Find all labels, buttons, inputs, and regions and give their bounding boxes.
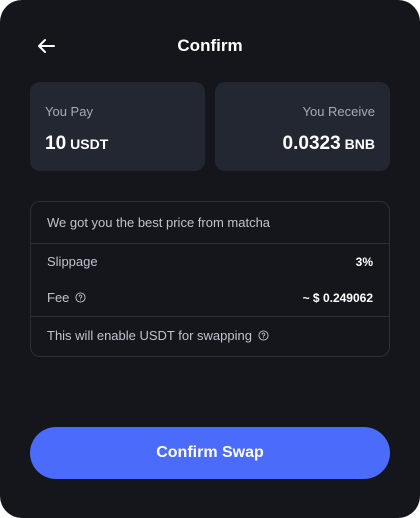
- pay-amount: 10: [45, 133, 67, 154]
- swap-details-panel: We got you the best price from matcha Sl…: [30, 201, 390, 357]
- enable-note-row: This will enable USDT for swapping: [47, 328, 269, 343]
- best-price-note: We got you the best price from matcha: [47, 215, 271, 230]
- you-receive-card: You Receive 0.0323 BNB: [215, 82, 390, 171]
- receive-amount: 0.0323: [282, 133, 341, 154]
- details-divider: [31, 243, 389, 244]
- confirm-swap-modal: Confirm You Pay 10 USDT You Receive 0.032…: [0, 0, 420, 518]
- you-receive-value: 0.0323 BNB: [283, 133, 375, 155]
- fee-label: Fee: [47, 290, 70, 305]
- question-circle-icon[interactable]: [258, 330, 269, 341]
- you-pay-label: You Pay: [45, 104, 93, 119]
- slippage-value: 3%: [355, 255, 373, 269]
- slippage-label: Slippage: [47, 254, 98, 269]
- you-pay-card: You Pay 10 USDT: [30, 82, 205, 171]
- page-title: Confirm: [177, 36, 243, 55]
- you-pay-value: 10 USDT: [45, 133, 108, 155]
- modal-header: Confirm: [0, 0, 420, 92]
- confirm-swap-button[interactable]: Confirm Swap: [30, 427, 390, 479]
- you-receive-label: You Receive: [302, 104, 375, 119]
- fee-value: ~ $ 0.249062: [302, 291, 373, 305]
- pay-token-symbol: USDT: [70, 136, 109, 152]
- receive-token-symbol: BNB: [344, 136, 375, 152]
- question-circle-icon[interactable]: [75, 292, 86, 303]
- enable-note: This will enable USDT for swapping: [47, 328, 252, 343]
- details-divider: [31, 316, 389, 317]
- fee-row-label: Fee: [47, 290, 86, 305]
